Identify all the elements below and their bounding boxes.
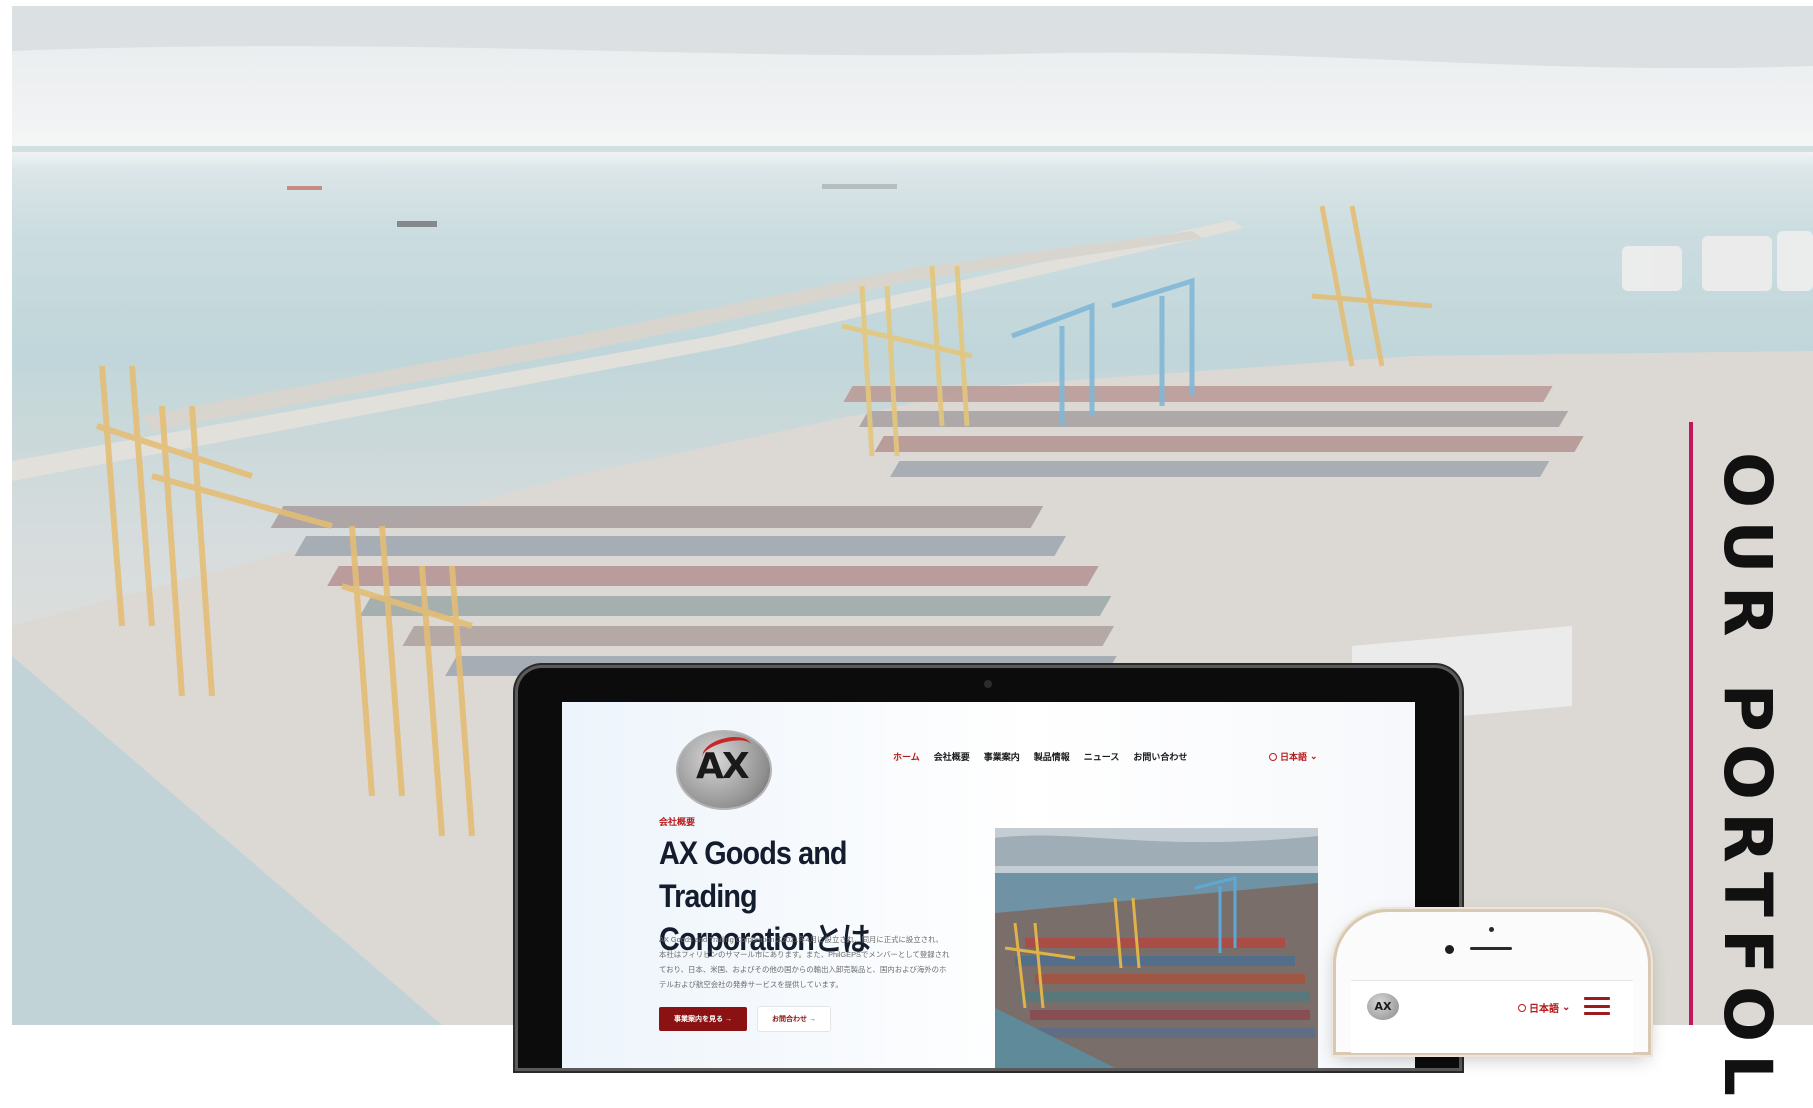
chevron-down-icon: ⌄ — [1562, 1002, 1571, 1013]
site-description: AX Goods and Trading Corporationは2021年4月… — [659, 932, 981, 992]
description-line: テルおよび航空会社の発券サービスを提供しています。 — [659, 980, 843, 989]
description-line: 本社はフィリピンのサマール市にあります。また、PhilGEPSでメンバーとして登… — [659, 950, 950, 959]
nav-item-home[interactable]: ホーム — [893, 750, 920, 763]
language-selector[interactable]: 日本語 ⌄ — [1269, 750, 1318, 763]
nav-item-contact[interactable]: お問い合わせ — [1133, 750, 1187, 763]
phone-speaker — [1470, 947, 1512, 950]
laptop-mockup: AX ホーム 会社概要 事業案内 製品情報 ニュース お問い合わせ 日本語 ⌄ … — [518, 668, 1459, 1068]
phone-camera — [1445, 945, 1454, 954]
phone-mockup: AX 日本語 ⌄ — [1336, 912, 1648, 1053]
logo-text: AX — [696, 746, 750, 787]
phone-language-selector[interactable]: 日本語 ⌄ — [1518, 1000, 1570, 1015]
site-heading-line1: AX Goods and Trading — [659, 835, 848, 914]
phone-screen: AX 日本語 ⌄ — [1351, 980, 1633, 1053]
description-line: ており、日本、米国、およびその他の国からの輸出入卸売製品と、国内および海外のホ — [659, 965, 947, 974]
mock-site-nav: ホーム 会社概要 事業案内 製品情報 ニュース お問い合わせ — [893, 750, 1187, 763]
laptop-camera — [984, 680, 992, 688]
nav-item-news[interactable]: ニュース — [1084, 750, 1120, 763]
portfolio-accent-rule — [1689, 422, 1693, 1025]
contact-button[interactable]: お問合わせ → — [758, 1007, 830, 1031]
nav-item-business[interactable]: 事業案内 — [984, 750, 1020, 763]
chevron-down-icon: ⌄ — [1310, 751, 1318, 761]
port-photo — [995, 828, 1318, 1068]
laptop-screen: AX ホーム 会社概要 事業案内 製品情報 ニュース お問い合わせ 日本語 ⌄ … — [562, 702, 1415, 1068]
mock-site-logo[interactable]: AX — [676, 730, 772, 810]
language-label: 日本語 — [1280, 752, 1308, 762]
section-eyebrow: 会社概要 — [659, 817, 696, 827]
hamburger-menu-icon[interactable] — [1584, 997, 1610, 1015]
phone-language-label: 日本語 — [1529, 1004, 1559, 1015]
port-photo-illustration — [995, 828, 1318, 1068]
description-line: AX Goods and Trading Corporationは2021年4月… — [659, 935, 943, 944]
phone-sensor — [1489, 927, 1494, 932]
portfolio-section-title: OUR PORTFOL — [1709, 452, 1786, 1108]
phone-site-logo[interactable]: AX — [1367, 993, 1399, 1020]
globe-icon — [1269, 752, 1277, 761]
nav-item-company[interactable]: 会社概要 — [934, 750, 970, 763]
nav-item-products[interactable]: 製品情報 — [1034, 750, 1070, 763]
business-info-button[interactable]: 事業案内を見る → — [659, 1007, 747, 1031]
globe-icon — [1518, 1003, 1526, 1012]
